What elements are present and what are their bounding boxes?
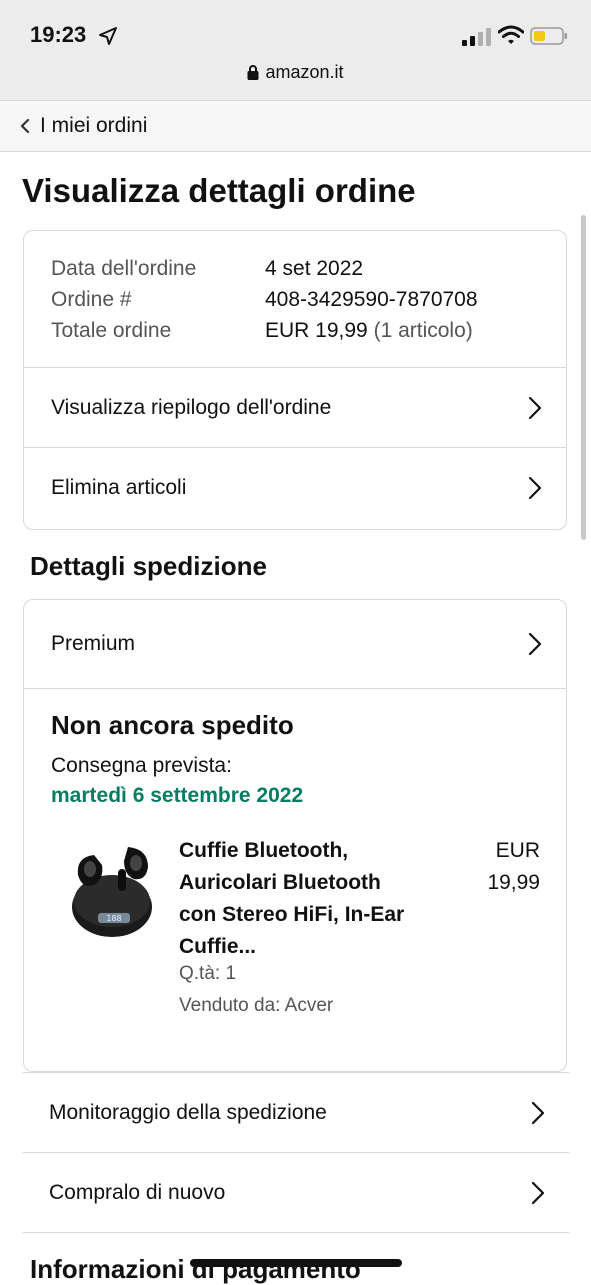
order-number-label: Ordine # xyxy=(51,288,132,311)
lock-icon xyxy=(247,65,259,80)
order-total-value: EUR 19,99 (1 articolo) xyxy=(265,315,473,346)
premium-label: Premium xyxy=(51,632,136,655)
delivery-date: martedì 6 settembre 2022 xyxy=(51,784,304,807)
back-link[interactable]: I miei ordini xyxy=(20,110,147,142)
address-bar[interactable]: amazon.it xyxy=(0,62,591,83)
home-indicator[interactable] xyxy=(190,1259,402,1267)
shipment-card: Premium Non ancora spedito Consegna prev… xyxy=(23,599,567,1072)
scrollbar[interactable] xyxy=(581,215,586,540)
shipment-status: Non ancora spedito xyxy=(51,710,294,740)
track-shipment-link[interactable]: Monitoraggio della spedizione xyxy=(23,1072,569,1152)
chevron-right-icon xyxy=(528,476,542,499)
order-summary: Data dell'ordine 4 set 2022 Ordine # 408… xyxy=(24,231,566,367)
chevron-right-icon xyxy=(528,632,542,656)
shipping-section-title: Dettagli spedizione xyxy=(30,551,267,581)
delete-items-label: Elimina articoli xyxy=(51,475,187,499)
battery-icon xyxy=(530,27,567,45)
location-arrow-icon xyxy=(99,27,117,45)
product-price: EUR 19,99 xyxy=(487,839,540,894)
product-quantity: Q.tà: 1 xyxy=(179,963,237,984)
earbuds-icon[interactable]: 188 xyxy=(64,835,160,945)
svg-text:188: 188 xyxy=(106,914,121,923)
product-seller: Venduto da: Acver xyxy=(179,995,334,1016)
order-summary-card: Data dell'ordine 4 set 2022 Ordine # 408… xyxy=(23,230,567,530)
order-total-amount: EUR 19,99 xyxy=(265,319,368,342)
chevron-right-icon xyxy=(531,1181,545,1204)
order-date-value: 4 set 2022 xyxy=(265,257,364,280)
view-order-summary-link[interactable]: Visualizza riepilogo dell'ordine xyxy=(24,367,566,447)
cellular-signal-icon xyxy=(462,28,491,46)
chevron-right-icon xyxy=(531,1101,545,1124)
chevron-right-icon xyxy=(528,396,542,419)
premium-shipping-link[interactable]: Premium xyxy=(24,600,566,688)
divider xyxy=(24,688,566,689)
shipment-actions-list: Monitoraggio della spedizione Compralo d… xyxy=(23,1072,569,1233)
order-number-value: 408-3429590-7870708 xyxy=(265,288,478,311)
url-text: amazon.it xyxy=(265,62,344,82)
order-total-items: (1 articolo) xyxy=(373,319,473,342)
order-total-row: Totale ordine EUR 19,99 (1 articolo) xyxy=(51,315,566,346)
product-title[interactable]: Cuffie Bluetooth, Auricolari Bluetooth c… xyxy=(179,835,419,963)
order-date-label: Data dell'ordine xyxy=(51,257,197,280)
back-link-label: I miei ordini xyxy=(40,114,148,137)
divider xyxy=(23,1232,569,1233)
delete-items-link[interactable]: Elimina articoli xyxy=(24,447,566,527)
wifi-icon xyxy=(498,25,524,44)
chevron-left-icon xyxy=(20,118,30,134)
buy-again-link[interactable]: Compralo di nuovo xyxy=(23,1152,569,1232)
page-title: Visualizza dettagli ordine xyxy=(22,172,416,209)
buy-again-label: Compralo di nuovo xyxy=(49,1180,226,1204)
order-date-row: Data dell'ordine 4 set 2022 xyxy=(51,253,566,284)
order-total-label: Totale ordine xyxy=(51,319,172,342)
back-navigation-bar: I miei ordini xyxy=(0,100,591,152)
track-shipment-label: Monitoraggio della spedizione xyxy=(49,1100,327,1124)
delivery-label: Consegna prevista: xyxy=(51,754,232,777)
view-order-summary-label: Visualizza riepilogo dell'ordine xyxy=(51,395,332,419)
order-number-row: Ordine # 408-3429590-7870708 xyxy=(51,284,566,315)
status-time: 19:23 xyxy=(30,22,87,47)
browser-top-bar: 19:23 amazon.it xyxy=(0,0,591,100)
